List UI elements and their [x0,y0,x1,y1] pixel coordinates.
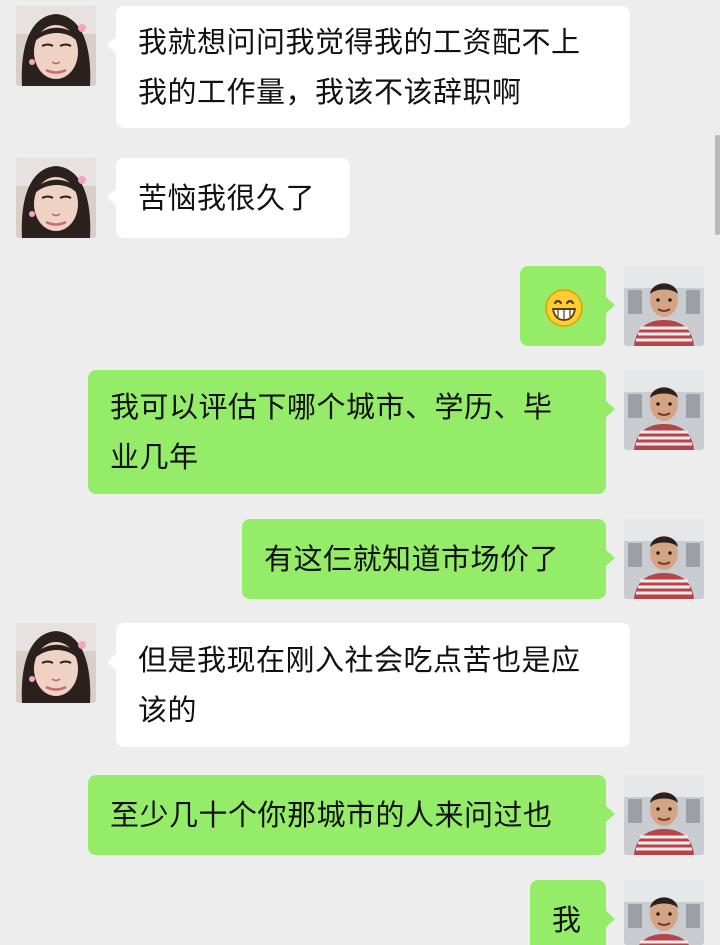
outgoing-emoji-bubble[interactable] [520,266,615,346]
message-text-line: 但是我现在刚入社会吃点苦也是应 [138,643,581,677]
message-text-line: 业几年 [110,440,199,474]
user-avatar-image [624,880,704,945]
user-avatar[interactable] [624,775,704,855]
outgoing-message-bubble[interactable]: 至少几十个你那城市的人来问过也 [88,775,615,855]
message-text-line: 至少几十个你那城市的人来问过也 [110,798,553,832]
incoming-message-bubble[interactable]: 苦恼我很久了 [107,158,350,238]
contact-avatar-image [16,6,96,86]
contact-avatar[interactable] [16,158,96,238]
message-text-line: 我的工作量，我该不该辞职啊 [138,75,522,109]
scrollbar-thumb[interactable] [715,135,720,235]
contact-avatar-image [16,158,96,238]
user-avatar-image [624,266,704,346]
user-avatar-image [624,370,704,450]
contact-avatar-image [16,623,96,703]
outgoing-message-bubble[interactable]: 有这仨就知道市场价了 [242,519,615,599]
outgoing-message-bubble[interactable]: 我 [530,880,615,945]
user-avatar-image [624,519,704,599]
contact-avatar[interactable] [16,623,96,703]
user-avatar[interactable] [624,370,704,450]
user-avatar-image [624,775,704,855]
outgoing-message-bubble[interactable]: 我可以评估下哪个城市、学历、毕 业几年 [88,370,615,494]
message-text-line: 我就想问问我觉得我的工资配不上 [138,25,581,59]
user-avatar[interactable] [624,519,704,599]
message-text-line: 我可以评估下哪个城市、学历、毕 [110,390,553,424]
user-avatar[interactable] [624,266,704,346]
chat-message-list[interactable]: 我就想问问我觉得我的工资配不上 我的工作量，我该不该辞职啊 苦恼我很久了 我可以… [0,0,720,945]
incoming-message-bubble[interactable]: 我就想问问我觉得我的工资配不上 我的工作量，我该不该辞职啊 [107,6,630,128]
incoming-message-bubble[interactable]: 但是我现在刚入社会吃点苦也是应 该的 [107,623,630,747]
user-avatar[interactable] [624,880,704,945]
grinning-face-icon [544,288,584,328]
message-text-line: 有这仨就知道市场价了 [264,542,560,576]
message-text-line: 苦恼我很久了 [138,181,316,215]
message-text-line: 该的 [138,693,198,727]
message-text-line: 我 [552,903,582,937]
contact-avatar[interactable] [16,6,96,86]
